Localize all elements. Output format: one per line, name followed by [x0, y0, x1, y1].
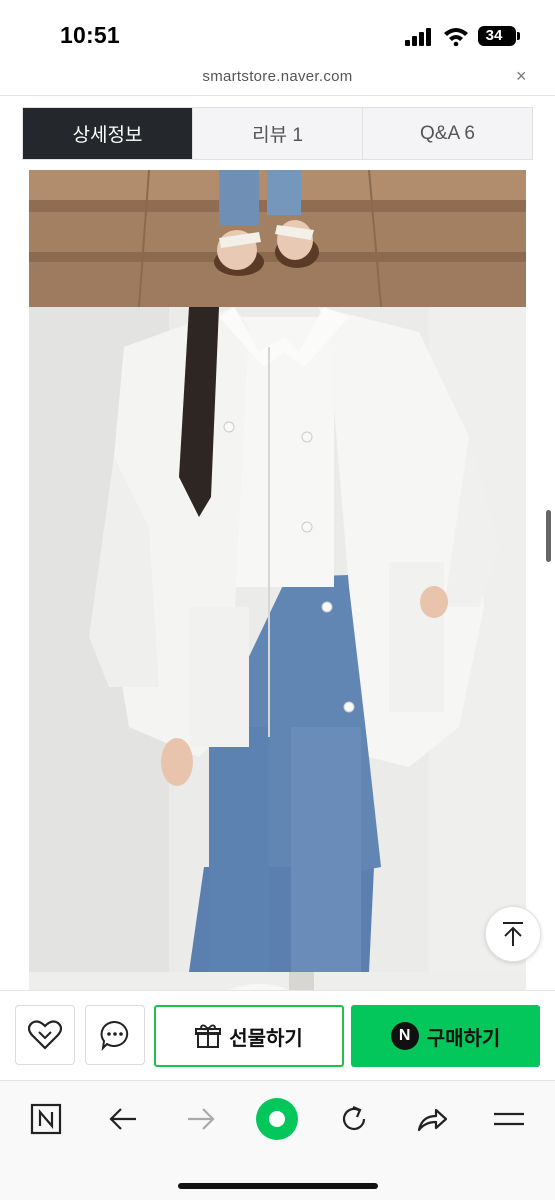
forward-button[interactable] — [181, 1099, 221, 1139]
home-indicator[interactable] — [178, 1183, 378, 1189]
tab-reviews[interactable]: 리뷰 1 — [192, 108, 362, 159]
gift-button-label: 선물하기 — [229, 1027, 303, 1050]
url-text[interactable]: smartstore.naver.com — [0, 68, 555, 85]
purchase-action-bar: 선물하기 N 구매하기 — [0, 990, 555, 1080]
product-tabs: 상세정보 리뷰 1 Q&A 6 — [22, 107, 533, 160]
product-photo-next — [29, 972, 526, 990]
menu-button[interactable] — [489, 1099, 529, 1139]
cellular-signal-icon — [405, 28, 431, 46]
status-bar: 10:51 34 — [0, 0, 555, 64]
chat-button[interactable] — [85, 1005, 145, 1065]
share-button[interactable] — [412, 1099, 452, 1139]
green-dot-button[interactable] — [253, 1095, 301, 1143]
buy-button-label: 구매하기 — [426, 1027, 501, 1050]
scroll-top-button[interactable] — [485, 906, 541, 962]
back-button[interactable] — [103, 1099, 143, 1139]
url-bar[interactable]: smartstore.naver.com × — [0, 64, 555, 96]
battery-tip — [517, 32, 520, 40]
forward-arrow-icon — [188, 1108, 215, 1130]
green-dot-icon — [256, 1098, 298, 1140]
browser-bottom-nav — [0, 1080, 555, 1200]
naver-home-button[interactable] — [26, 1099, 66, 1139]
heart-icon — [28, 1020, 62, 1050]
scrollbar[interactable] — [546, 510, 551, 562]
gift-button[interactable]: 선물하기 — [154, 1005, 344, 1067]
chat-bubble-icon — [100, 1020, 129, 1051]
status-time: 10:51 — [60, 22, 120, 48]
tab-details[interactable]: 상세정보 — [23, 108, 192, 159]
back-arrow-icon — [109, 1108, 136, 1130]
product-detail-content[interactable] — [0, 170, 555, 990]
menu-icon — [494, 1112, 524, 1126]
close-icon[interactable]: × — [516, 66, 527, 87]
reload-icon — [342, 1105, 366, 1131]
arrow-up-icon — [503, 922, 523, 946]
share-icon — [417, 1108, 448, 1132]
wishlist-button[interactable] — [15, 1005, 75, 1065]
product-photo-model — [29, 307, 526, 972]
battery-level: 34 — [485, 27, 503, 44]
reload-button[interactable] — [334, 1099, 374, 1139]
buy-button[interactable]: N 구매하기 — [351, 1005, 540, 1067]
gift-icon — [195, 1024, 222, 1048]
product-photo-floor — [29, 170, 526, 307]
tab-qna[interactable]: Q&A 6 — [362, 108, 532, 159]
battery-indicator: 34 — [478, 26, 520, 46]
naver-n-icon — [30, 1103, 62, 1135]
wifi-icon — [444, 28, 468, 46]
naver-pay-badge: N — [390, 1022, 419, 1050]
